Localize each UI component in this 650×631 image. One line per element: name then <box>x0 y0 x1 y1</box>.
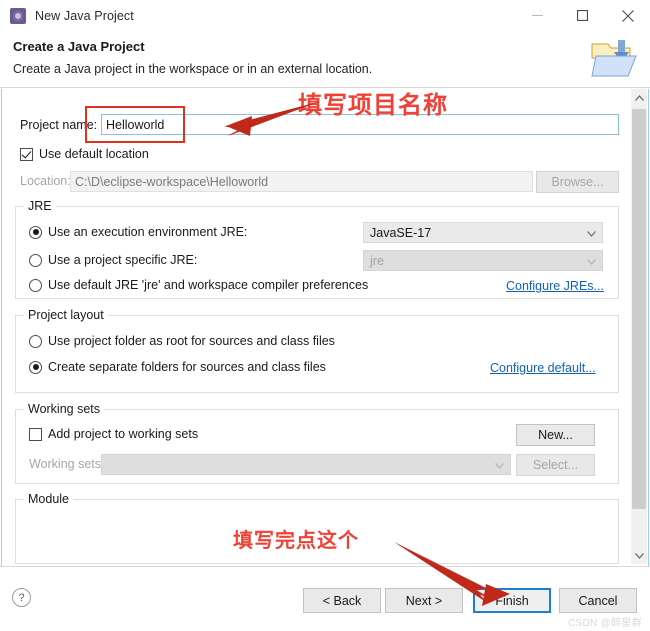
layout-separate-folders-label: Create separate folders for sources and … <box>48 360 326 374</box>
use-default-location-row[interactable]: Use default location <box>20 147 149 161</box>
add-project-to-working-sets-checkbox[interactable] <box>29 427 42 441</box>
minimize-icon[interactable] <box>515 0 560 31</box>
module-group-title: Module <box>24 492 73 506</box>
configure-jres-link[interactable]: Configure JREs... <box>506 279 604 293</box>
project-layout-group: Project layout Use project folder as roo… <box>15 308 619 393</box>
jre-default-radio[interactable] <box>29 278 42 292</box>
scroll-down-arrow-icon[interactable] <box>631 547 648 564</box>
new-java-project-dialog: New Java Project Create a Java Project C… <box>0 0 650 631</box>
configure-default-link[interactable]: Configure default... <box>490 361 596 375</box>
project-jre-combo: jre <box>363 250 603 271</box>
jre-option-execution-environment[interactable]: Use an execution environment JRE: <box>29 225 247 239</box>
add-project-to-working-sets-row[interactable]: Add project to working sets <box>29 427 198 441</box>
dialog-footer: ? < Back Next > Finish Cancel CSDN @醉星群 <box>0 566 650 631</box>
add-project-to-working-sets-label: Add project to working sets <box>48 427 199 441</box>
chevron-down-icon <box>495 458 504 472</box>
execution-environment-value: JavaSE-17 <box>370 225 432 240</box>
window-title: New Java Project <box>35 8 134 23</box>
layout-project-folder-radio[interactable] <box>29 334 42 348</box>
jre-group: JRE Use an execution environment JRE: Ja… <box>15 199 619 299</box>
eclipse-java-icon <box>10 7 26 24</box>
location-row: Location: C:\D\eclipse-workspace\Hellowo… <box>2 171 628 193</box>
title-bar: New Java Project <box>0 0 650 31</box>
jre-default-label: Use default JRE 'jre' and workspace comp… <box>48 278 369 292</box>
vertical-scrollbar[interactable] <box>630 89 647 564</box>
watermark: CSDN @醉星群 <box>568 618 642 629</box>
help-icon[interactable]: ? <box>12 588 31 607</box>
browse-button[interactable]: Browse... <box>536 171 619 193</box>
scroll-up-arrow-icon[interactable] <box>631 89 648 106</box>
layout-option-project-folder-root[interactable]: Use project folder as root for sources a… <box>29 334 335 348</box>
location-label: Location: <box>20 174 71 188</box>
annotation-text-project-name: 填写项目名称 <box>298 91 448 119</box>
jre-project-specific-radio[interactable] <box>29 253 42 267</box>
annotation-arrow-project-name <box>224 102 318 136</box>
working-sets-group-title: Working sets <box>24 402 105 416</box>
new-java-project-folder-icon <box>590 36 638 81</box>
page-description: Create a Java project in the workspace o… <box>13 62 373 76</box>
jre-project-specific-label: Use a project specific JRE: <box>48 253 198 267</box>
cancel-button[interactable]: Cancel <box>559 588 637 613</box>
jre-execution-env-radio[interactable] <box>29 225 42 239</box>
working-sets-label: Working sets: <box>29 457 105 471</box>
chevron-down-icon <box>587 226 596 240</box>
layout-project-folder-label: Use project folder as root for sources a… <box>48 334 335 348</box>
new-working-set-button[interactable]: New... <box>516 424 595 446</box>
maximize-icon[interactable] <box>560 0 605 31</box>
select-working-set-button[interactable]: Select... <box>516 454 595 476</box>
location-input[interactable]: C:\D\eclipse-workspace\Helloworld <box>70 171 533 192</box>
annotation-box-project-name <box>85 106 185 143</box>
close-icon[interactable] <box>605 0 650 31</box>
back-button[interactable]: < Back <box>303 588 381 613</box>
wizard-header: Create a Java Project Create a Java proj… <box>0 31 650 88</box>
use-default-location-label: Use default location <box>39 147 149 161</box>
jre-option-project-specific[interactable]: Use a project specific JRE: <box>29 253 197 267</box>
chevron-down-icon <box>587 254 596 268</box>
jre-option-default[interactable]: Use default JRE 'jre' and workspace comp… <box>29 278 368 292</box>
annotation-arrow-finish <box>394 542 510 606</box>
jre-execution-env-label: Use an execution environment JRE: <box>48 225 248 239</box>
wizard-form: Project name: Use default location Locat… <box>2 89 628 564</box>
window-controls <box>515 0 650 31</box>
jre-group-title: JRE <box>24 199 56 213</box>
project-layout-group-title: Project layout <box>24 308 108 322</box>
page-title: Create a Java Project <box>13 39 145 54</box>
layout-separate-folders-radio[interactable] <box>29 360 42 374</box>
project-jre-value: jre <box>370 253 384 268</box>
annotation-text-finish: 填写完点这个 <box>233 528 359 552</box>
use-default-location-checkbox[interactable] <box>20 147 33 161</box>
scrollbar-thumb[interactable] <box>632 109 646 509</box>
working-sets-combo <box>101 454 511 475</box>
wizard-content-area: Project name: Use default location Locat… <box>1 89 649 566</box>
layout-option-separate-folders[interactable]: Create separate folders for sources and … <box>29 360 326 374</box>
working-sets-group: Working sets Add project to working sets… <box>15 402 619 484</box>
execution-environment-combo[interactable]: JavaSE-17 <box>363 222 603 243</box>
